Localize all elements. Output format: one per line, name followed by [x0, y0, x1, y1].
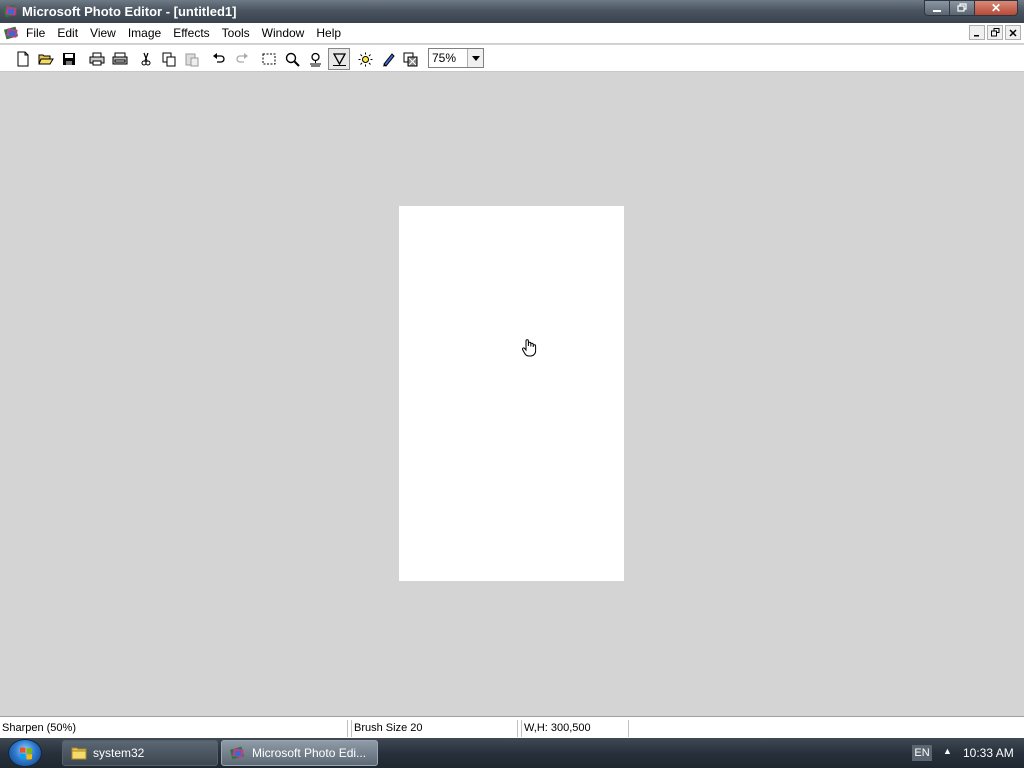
status-bar: Sharpen (50%) Brush Size 20 W,H: 300,500 — [0, 716, 1024, 738]
scan-icon — [112, 52, 128, 65]
restore-icon — [990, 28, 999, 37]
menu-tools[interactable]: Tools — [216, 23, 256, 44]
open-button[interactable] — [35, 48, 57, 70]
menu-bar: File Edit View Image Effects Tools Windo… — [0, 23, 1024, 44]
folder-icon — [71, 747, 87, 760]
menu-view[interactable]: View — [84, 23, 122, 44]
select-icon — [262, 53, 276, 65]
redo-button[interactable] — [231, 48, 253, 70]
start-button[interactable] — [8, 739, 42, 767]
close-icon: ✕ — [990, 1, 1002, 15]
paste-icon — [185, 53, 198, 66]
doc-close-button[interactable] — [1005, 25, 1021, 40]
pen-icon — [382, 52, 395, 67]
zoom-select[interactable]: 75% — [428, 48, 484, 68]
toolbar — [0, 45, 1024, 72]
image-canvas[interactable] — [399, 206, 624, 581]
transparency-button[interactable] — [400, 48, 422, 70]
select-button[interactable] — [258, 48, 280, 70]
redo-icon — [236, 53, 248, 63]
restore-icon — [957, 3, 967, 12]
taskbar-item-label: system32 — [93, 746, 145, 760]
windows-logo-icon — [20, 747, 32, 760]
zoom-button[interactable] — [281, 48, 303, 70]
brightness-button[interactable] — [354, 48, 376, 70]
document-window-controls — [969, 25, 1021, 40]
menu-image[interactable]: Image — [122, 23, 167, 44]
save-icon — [63, 53, 75, 65]
window-controls: ✕ — [924, 0, 1018, 16]
doc-minimize-button[interactable] — [969, 25, 985, 40]
cut-icon — [141, 52, 151, 66]
taskbar: system32 Microsoft Photo Edi... EN ▲ 10:… — [0, 738, 1024, 768]
new-icon — [17, 51, 29, 67]
open-icon — [38, 54, 54, 65]
sun-icon — [358, 52, 372, 66]
undo-button[interactable] — [208, 48, 230, 70]
menu-effects[interactable]: Effects — [167, 23, 215, 44]
copy-icon — [162, 52, 175, 66]
taskbar-item-label: Microsoft Photo Edi... — [252, 746, 367, 760]
tool-status: Sharpen (50%) — [0, 720, 348, 737]
title-bar[interactable]: Microsoft Photo Editor - [untitled1] ✕ — [0, 0, 1024, 23]
print-icon — [89, 52, 105, 66]
cut-button[interactable] — [135, 48, 157, 70]
zoom-icon — [285, 52, 300, 67]
close-button[interactable]: ✕ — [974, 0, 1018, 16]
pen-button[interactable] — [377, 48, 399, 70]
print-button[interactable] — [86, 48, 108, 70]
sharpen-button[interactable] — [328, 48, 350, 70]
menu-edit[interactable]: Edit — [51, 23, 84, 44]
minimize-icon — [974, 34, 979, 36]
dimensions-status: W,H: 300,500 — [521, 720, 629, 737]
new-button[interactable] — [12, 48, 34, 70]
minimize-button[interactable] — [924, 0, 949, 16]
show-hidden-icons-icon[interactable]: ▲ — [943, 746, 952, 756]
photo-editor-icon — [230, 746, 245, 760]
menu-file[interactable]: File — [20, 23, 51, 44]
document-icon[interactable] — [3, 25, 20, 44]
copy-button[interactable] — [158, 48, 180, 70]
photo-editor-icon — [2, 3, 19, 22]
maximize-button[interactable] — [949, 0, 974, 16]
menu-window[interactable]: Window — [256, 23, 311, 44]
hand-cursor-icon — [520, 338, 538, 361]
zoom-value: 75% — [432, 51, 457, 65]
transparency-icon — [403, 52, 418, 66]
scan-button[interactable] — [109, 48, 131, 70]
language-indicator[interactable]: EN — [912, 745, 932, 761]
window-title: Microsoft Photo Editor - [untitled1] — [22, 4, 237, 19]
doc-restore-button[interactable] — [987, 25, 1003, 40]
close-icon — [1009, 28, 1017, 37]
menu-help[interactable]: Help — [310, 23, 347, 44]
save-button[interactable] — [58, 48, 80, 70]
taskbar-item-photo-editor[interactable]: Microsoft Photo Edi... — [221, 740, 378, 766]
undo-icon — [213, 53, 225, 63]
paste-button[interactable] — [181, 48, 203, 70]
minimize-icon — [933, 10, 941, 12]
smudge-button[interactable] — [304, 48, 326, 70]
clock[interactable]: 10:33 AM — [963, 746, 1014, 760]
taskbar-item-system32[interactable]: system32 — [62, 740, 218, 766]
chevron-down-icon[interactable] — [467, 49, 483, 67]
sharpen-icon — [332, 52, 346, 66]
brush-size-status: Brush Size 20 — [351, 720, 518, 737]
smudge-icon — [309, 52, 321, 66]
